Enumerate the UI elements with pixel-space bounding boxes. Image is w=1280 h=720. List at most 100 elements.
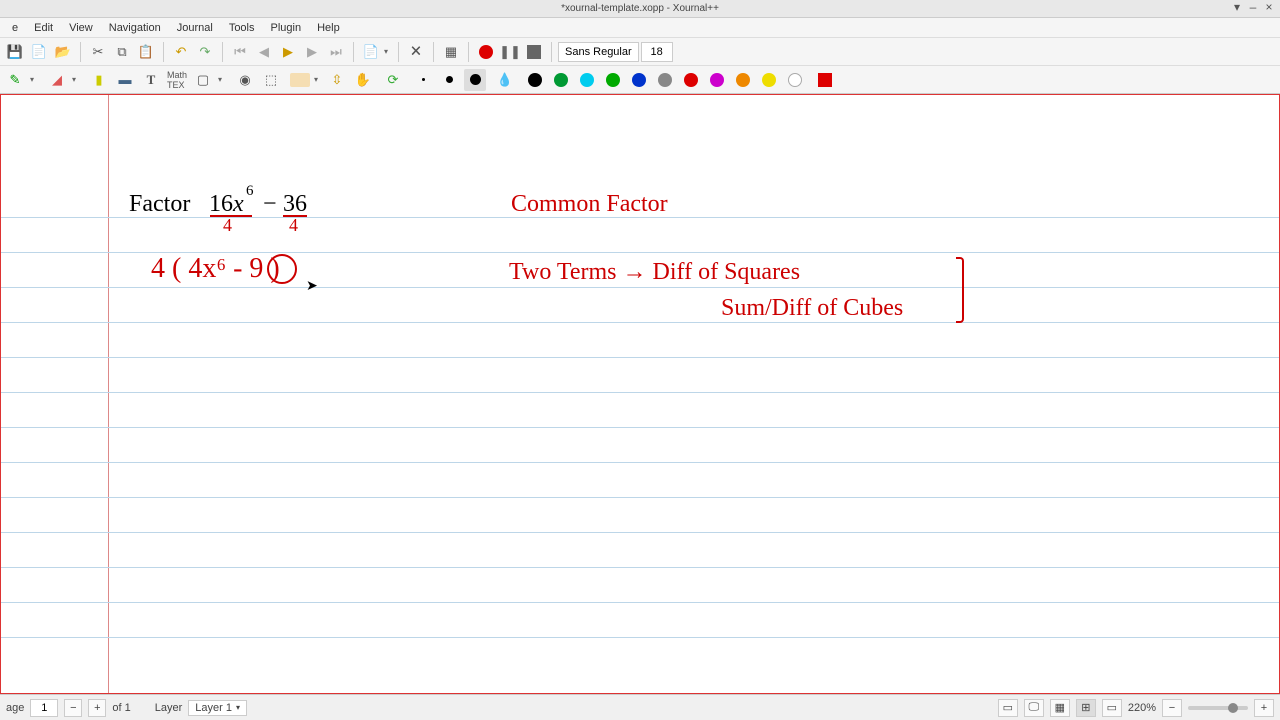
color-black[interactable] bbox=[524, 69, 546, 91]
view-mode-3-icon[interactable]: ▦ bbox=[1050, 699, 1070, 717]
zoom-out-button[interactable]: − bbox=[1162, 699, 1182, 717]
eraser-drop[interactable]: ▾ bbox=[72, 75, 80, 84]
color-yellow[interactable] bbox=[758, 69, 780, 91]
current-color-icon[interactable] bbox=[814, 69, 836, 91]
redo-icon[interactable]: ↷ bbox=[194, 41, 216, 63]
view-mode-4-icon[interactable]: ⊞ bbox=[1076, 699, 1096, 717]
zoom-slider[interactable] bbox=[1188, 706, 1248, 710]
color-magenta[interactable] bbox=[706, 69, 728, 91]
window-title: *xournal-template.xopp - Xournal++ bbox=[561, 3, 719, 14]
layer-label: Layer bbox=[155, 702, 183, 714]
page-of: of 1 bbox=[112, 702, 130, 714]
tex-tool-icon[interactable]: MathTEX bbox=[166, 69, 188, 91]
dropper-icon[interactable]: 💧 bbox=[494, 69, 516, 91]
chevron-down-icon: ▾ bbox=[236, 703, 240, 712]
menu-tools[interactable]: Tools bbox=[221, 20, 263, 36]
mouse-cursor-icon: ➤ bbox=[306, 277, 318, 294]
undo-icon[interactable]: ↶ bbox=[170, 41, 192, 63]
shape-drop[interactable]: ▾ bbox=[218, 75, 226, 84]
font-size-input[interactable] bbox=[641, 42, 673, 62]
div-4b: 4 bbox=[289, 215, 298, 236]
bracket-annotation bbox=[956, 257, 964, 323]
expr-x: x bbox=[233, 191, 244, 218]
status-bar: age − + of 1 Layer Layer 1 ▾ ▭ 🖵 ▦ ⊞ ▭ 2… bbox=[0, 694, 1280, 720]
font-selector[interactable]: Sans Regular bbox=[558, 42, 639, 62]
menu-help[interactable]: Help bbox=[309, 20, 348, 36]
page-label: age bbox=[6, 702, 24, 714]
note-two-terms: Two Terms → Diff of Squares bbox=[509, 259, 800, 286]
color-orange[interactable] bbox=[732, 69, 754, 91]
color-gray[interactable] bbox=[654, 69, 676, 91]
menu-bar: e Edit View Navigation Journal Tools Plu… bbox=[0, 18, 1280, 38]
layer-value: Layer 1 bbox=[195, 702, 232, 714]
pause-icon[interactable]: ❚❚ bbox=[499, 41, 521, 63]
close-icon[interactable]: × bbox=[1262, 0, 1276, 14]
color-green[interactable] bbox=[550, 69, 572, 91]
color-lime[interactable] bbox=[602, 69, 624, 91]
reload-icon[interactable]: ⟳ bbox=[382, 69, 404, 91]
goto-page-icon[interactable]: ▶ bbox=[277, 41, 299, 63]
record-icon[interactable] bbox=[475, 41, 497, 63]
hand-tool-icon[interactable]: ✋ bbox=[352, 69, 374, 91]
view-mode-2-icon[interactable]: 🖵 bbox=[1024, 699, 1044, 717]
maximize-icon[interactable]: – bbox=[1246, 0, 1260, 14]
menu-edit[interactable]: Edit bbox=[26, 20, 61, 36]
open-icon[interactable]: 📂 bbox=[52, 41, 74, 63]
delete-page-icon[interactable]: 🗙 bbox=[405, 41, 427, 63]
select-region-icon[interactable]: ◉ bbox=[234, 69, 256, 91]
medium-dot-icon[interactable] bbox=[438, 69, 460, 91]
view-mode-1-icon[interactable]: ▭ bbox=[998, 699, 1018, 717]
cut-icon[interactable]: ✂ bbox=[87, 41, 109, 63]
image-tool-icon[interactable]: ▬ bbox=[114, 69, 136, 91]
shape-tool-icon[interactable]: ▢ bbox=[192, 69, 214, 91]
layout-icon[interactable]: ▦ bbox=[440, 41, 462, 63]
expr-minus: − bbox=[263, 191, 277, 218]
minimize-icon[interactable]: ▾ bbox=[1230, 0, 1244, 14]
expr-36: 36 bbox=[283, 191, 307, 218]
thin-dot-icon[interactable] bbox=[412, 69, 434, 91]
color-white[interactable] bbox=[784, 69, 806, 91]
page-menu-drop[interactable]: ▾ bbox=[384, 47, 392, 56]
zoom-in-button[interactable]: + bbox=[1254, 699, 1274, 717]
save-icon[interactable]: 💾 bbox=[4, 41, 26, 63]
layer-selector[interactable]: Layer 1 ▾ bbox=[188, 700, 247, 716]
next-page-icon[interactable]: ▶ bbox=[301, 41, 323, 63]
eraser-tool-icon[interactable]: ◢ bbox=[46, 69, 68, 91]
select-object-icon[interactable]: ⬚ bbox=[260, 69, 282, 91]
menu-journal[interactable]: Journal bbox=[169, 20, 221, 36]
menu-view[interactable]: View bbox=[61, 20, 101, 36]
expr-16: 16 bbox=[209, 191, 233, 218]
menu-file[interactable]: e bbox=[4, 20, 26, 36]
page-input[interactable] bbox=[30, 699, 58, 717]
prev-page-icon[interactable]: ◀ bbox=[253, 41, 275, 63]
last-page-icon[interactable]: ⏭ bbox=[325, 41, 347, 63]
page-down-button[interactable]: − bbox=[64, 699, 82, 717]
note-common-factor: Common Factor bbox=[511, 191, 668, 218]
thick-dot-icon[interactable] bbox=[464, 69, 486, 91]
fill-icon[interactable] bbox=[290, 73, 310, 87]
pen-drop[interactable]: ▾ bbox=[30, 75, 38, 84]
first-page-icon[interactable]: ⏮ bbox=[229, 41, 251, 63]
copy-icon[interactable]: ⧉ bbox=[111, 41, 133, 63]
circle-annotation bbox=[267, 254, 297, 284]
text-tool-icon[interactable]: T bbox=[140, 69, 162, 91]
paste-icon[interactable]: 📋 bbox=[135, 41, 157, 63]
color-red[interactable] bbox=[680, 69, 702, 91]
new-icon[interactable]: 📄 bbox=[28, 41, 50, 63]
div-4a: 4 bbox=[223, 215, 232, 236]
stop-icon[interactable] bbox=[523, 41, 545, 63]
menu-navigation[interactable]: Navigation bbox=[101, 20, 169, 36]
title-bar: *xournal-template.xopp - Xournal++ ▾ – × bbox=[0, 0, 1280, 18]
expr-exp: 6 bbox=[246, 183, 254, 200]
color-blue[interactable] bbox=[628, 69, 650, 91]
vertical-space-icon[interactable]: ⇳ bbox=[326, 69, 348, 91]
menu-plugin[interactable]: Plugin bbox=[263, 20, 310, 36]
fill-drop[interactable]: ▾ bbox=[314, 75, 322, 84]
color-cyan[interactable] bbox=[576, 69, 598, 91]
page-up-button[interactable]: + bbox=[88, 699, 106, 717]
pen-tool-icon[interactable]: ✎ bbox=[4, 69, 26, 91]
highlighter-icon[interactable]: ▮ bbox=[88, 69, 110, 91]
page-menu-icon[interactable]: 📄 bbox=[360, 41, 382, 63]
view-mode-5-icon[interactable]: ▭ bbox=[1102, 699, 1122, 717]
canvas[interactable]: Factor 16 x 6 − 36 4 4 4 ( 4x⁶ - 9 ) ➤ C… bbox=[0, 94, 1280, 694]
